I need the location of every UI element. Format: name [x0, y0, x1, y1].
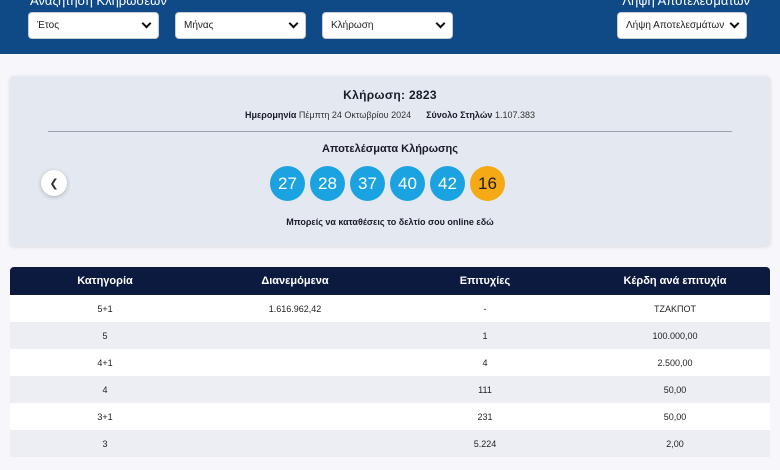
winning-numbers: 27 28 37 40 42 16: [270, 166, 505, 201]
draw-select-value: Κλήρωση: [331, 20, 374, 31]
table-body: 5+1 1.616.962,42 - ΤΖΑΚΠΟΤ 5 1 100.000,0…: [10, 295, 770, 457]
month-select-value: Μήνας: [184, 20, 214, 31]
cell-category: 5+1: [97, 303, 113, 314]
online-text: Μπορείς να καταθέσεις το δελτίο σου onli…: [286, 217, 474, 227]
draw-title: Κλήρωση: 2823: [343, 88, 437, 102]
chevron-left-icon: ❮: [49, 177, 59, 190]
draw-select[interactable]: Κλήρωση: [322, 12, 453, 39]
cell-winners: 1: [482, 330, 488, 341]
cell-winners: 4: [482, 357, 488, 368]
number-ball: 27: [270, 166, 305, 201]
year-select-value: Έτος: [37, 20, 60, 31]
cell-winners: 231: [477, 411, 493, 422]
table-row: 5+1 1.616.962,42 - ΤΖΑΚΠΟΤ: [10, 295, 770, 322]
number-ball: 40: [390, 166, 425, 201]
number-ball: 37: [350, 166, 385, 201]
chevron-down-icon: [729, 18, 740, 29]
results-select-value: Λήψη Αποτελεσμάτων: [626, 20, 725, 31]
previous-draw-button[interactable]: ❮: [41, 170, 67, 196]
cell-category: 4: [102, 384, 108, 395]
cell-prize: 2.500,00: [657, 357, 693, 368]
cell-category: 4+1: [97, 357, 113, 368]
cell-prize: 50,00: [663, 384, 687, 395]
cell-category: 5: [102, 330, 108, 341]
month-select[interactable]: Μήνας: [175, 12, 306, 39]
divider: [48, 131, 732, 132]
table-row: 3 5.224 2,00: [10, 430, 770, 457]
online-notice: Μπορείς να καταθέσεις το δελτίο σου onli…: [0, 217, 780, 227]
cell-winners: 5.224: [473, 438, 497, 449]
bonus-ball: 16: [470, 166, 505, 201]
number-ball: 42: [430, 166, 465, 201]
results-title: Αποτελέσματα Κλήρωσης: [322, 143, 458, 155]
table-row: 5 1 100.000,00: [10, 322, 770, 349]
header-winners: Επιτυχίες: [459, 275, 511, 287]
prize-table: Κατηγορία Διανεμόμενα Επιτυχίες Κέρδη αν…: [10, 267, 770, 457]
cell-category: 3: [102, 438, 108, 449]
table-row: 3+1 231 50,00: [10, 403, 770, 430]
cell-prize: 2,00: [666, 438, 684, 449]
header-prize: Κέρδη ανά επιτυχία: [623, 275, 727, 287]
date-value: Πέμπτη 24 Οκτωβρίου 2024: [298, 110, 412, 120]
columns-label: Σύνολο Στηλών: [426, 110, 493, 120]
cell-prize: 100.000,00: [652, 330, 698, 341]
results-select[interactable]: Λήψη Αποτελεσμάτων: [617, 12, 747, 39]
number-ball: 28: [310, 166, 345, 201]
table-row: 4 111 50,00: [10, 376, 770, 403]
chevron-down-icon: [288, 18, 299, 29]
cell-winners: 111: [478, 384, 492, 395]
results-download-title: Λήψη Αποτελεσμάτων: [622, 0, 750, 8]
cell-prize: ΤΖΑΚΠΟΤ: [654, 303, 696, 314]
header-bar: Αναζήτηση Κληρώσεων Λήψη Αποτελεσμάτων Έ…: [0, 0, 780, 54]
header-category: Κατηγορία: [77, 275, 133, 287]
search-title: Αναζήτηση Κληρώσεων: [30, 0, 167, 8]
chevron-down-icon: [435, 18, 446, 29]
table-header: Κατηγορία Διανεμόμενα Επιτυχίες Κέρδη αν…: [10, 267, 770, 295]
date-label: Ημερομηνία: [245, 110, 297, 120]
table-row: 4+1 4 2.500,00: [10, 349, 770, 376]
cell-winners: -: [483, 303, 487, 314]
draw-meta: Ημερομηνία Πέμπτη 24 Οκτωβρίου 2024 Σύνο…: [0, 110, 780, 120]
cell-distributed: 1.616.962,42: [268, 303, 322, 314]
cell-prize: 50,00: [663, 411, 687, 422]
cell-category: 3+1: [97, 411, 113, 422]
year-select[interactable]: Έτος: [28, 12, 159, 39]
chevron-down-icon: [141, 18, 152, 29]
columns-value: 1.107.383: [494, 110, 535, 120]
header-distributed: Διανεμόμενα: [261, 275, 329, 287]
online-link[interactable]: εδώ: [476, 217, 493, 227]
page-content: Κλήρωση: 2823 Ημερομηνία Πέμπτη 24 Οκτωβ…: [0, 54, 780, 470]
